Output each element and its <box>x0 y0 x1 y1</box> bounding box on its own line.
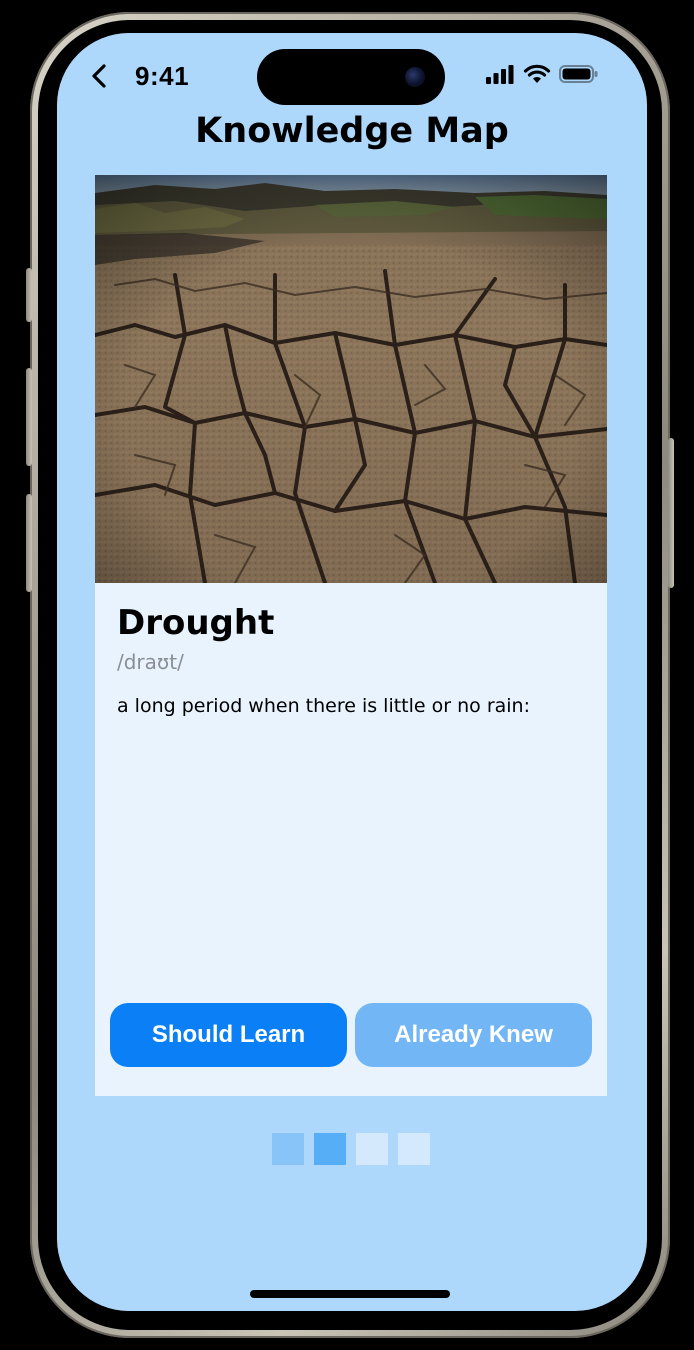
wifi-icon <box>523 64 551 89</box>
page-title: Knowledge Map <box>195 111 509 151</box>
status-time: 9:41 <box>135 61 190 91</box>
card-body: Drought /draʊt/ a long period when there… <box>117 601 585 719</box>
page-indicator-dot[interactable] <box>356 1133 388 1165</box>
power-button <box>668 438 674 588</box>
page-indicator-dot[interactable] <box>398 1133 430 1165</box>
already-knew-button[interactable]: Already Knew <box>355 1003 592 1067</box>
word-title: Drought <box>117 603 275 643</box>
status-icons <box>485 64 599 89</box>
volume-up-button <box>26 368 32 466</box>
back-chevron-icon[interactable] <box>89 63 111 89</box>
dynamic-island <box>257 49 445 105</box>
battery-icon <box>559 64 599 89</box>
volume-down-button <box>26 494 32 592</box>
vocabulary-card: Drought /draʊt/ a long period when there… <box>95 175 607 1096</box>
cellular-signal-icon <box>485 64 515 89</box>
page-indicator-dot[interactable] <box>272 1133 304 1165</box>
front-camera-icon <box>405 67 425 87</box>
pronunciation: /draʊt/ <box>117 650 184 674</box>
app-screen: 9:41 Knowledge Map Drought /draʊt/ a lon… <box>57 33 647 1311</box>
page-indicator <box>272 1133 430 1165</box>
home-indicator[interactable] <box>250 1290 450 1298</box>
cracked-earth-image <box>95 175 607 583</box>
page-indicator-dot-active[interactable] <box>314 1133 346 1165</box>
action-button <box>26 268 32 322</box>
status-bar: 9:41 <box>57 33 647 113</box>
should-learn-button[interactable]: Should Learn <box>110 1003 347 1067</box>
definition-text: a long period when there is little or no… <box>117 695 530 717</box>
